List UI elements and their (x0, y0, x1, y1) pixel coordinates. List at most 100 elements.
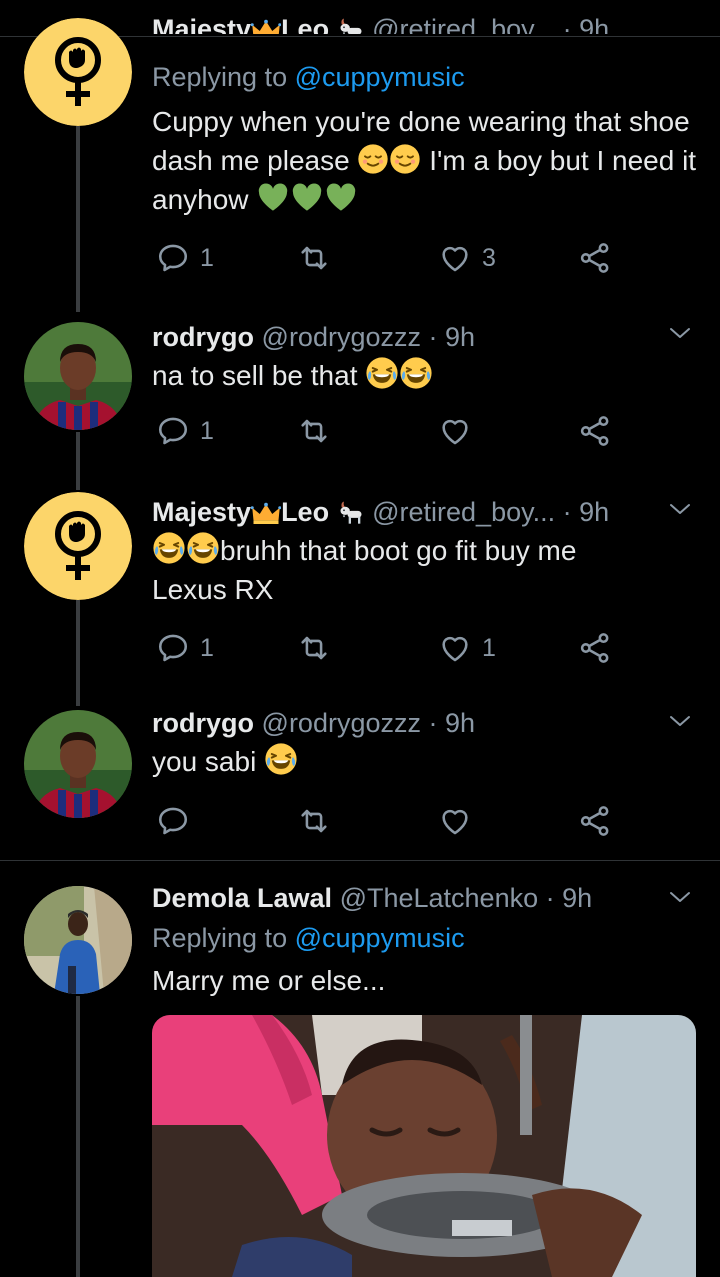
retweet-icon (297, 631, 331, 665)
laughing-tears-emoji-icon (264, 742, 298, 776)
like-button[interactable] (438, 411, 472, 451)
display-name[interactable]: rodrygo (152, 322, 254, 352)
relieved-face-emoji-icon (357, 143, 389, 175)
laughing-tears-emoji-icon (365, 356, 399, 390)
tweet-text: na to sell be that (152, 356, 690, 395)
like-count: 3 (482, 243, 496, 272)
share-button[interactable] (578, 801, 612, 841)
tweet-header: Majesty Leo @retired_boy... · 9h (152, 12, 690, 34)
green-heart-emoji-icon (324, 182, 358, 214)
timestamp: · 9h (428, 708, 476, 738)
retweet-icon (297, 414, 331, 448)
tweet-text-part: Marry me or else... (152, 965, 386, 996)
tweet-text-part: you sabi (152, 746, 257, 777)
like-button[interactable]: 3 (438, 238, 496, 278)
reply-count: 1 (200, 416, 214, 445)
replying-prefix: Replying to (152, 62, 288, 92)
avatar[interactable] (24, 710, 132, 818)
replying-prefix: Replying to (152, 923, 288, 953)
heart-icon (438, 804, 472, 838)
share-icon (578, 414, 612, 448)
goat-emoji-icon (337, 15, 365, 34)
handle[interactable]: @rodrygozzz (262, 322, 421, 352)
relieved-face-emoji-icon (389, 143, 421, 175)
tweet-text: bruhh that boot go fit buy me Lexus RX (152, 531, 632, 609)
heart-icon (438, 241, 472, 275)
display-name[interactable]: Majesty (152, 497, 251, 527)
tweet-text: Marry me or else... (152, 961, 690, 1000)
like-button[interactable] (438, 801, 472, 841)
avatar[interactable] (24, 886, 132, 994)
tweet-text-part: na to sell be that (152, 360, 358, 391)
retweet-button[interactable] (297, 801, 331, 841)
crown-emoji-icon (251, 502, 281, 526)
timestamp: · 9h (428, 322, 476, 352)
tweet-text: you sabi (152, 742, 690, 781)
tweet-header: Demola Lawal @TheLatchenko · 9h (152, 881, 690, 915)
crown-emoji-icon (251, 19, 281, 34)
handle[interactable]: @retired_boy... (372, 497, 555, 527)
tweet-header: rodrygo @rodrygozzz · 9h (152, 706, 690, 740)
display-name[interactable]: Demola Lawal (152, 883, 332, 913)
retweet-icon (297, 241, 331, 275)
handle[interactable]: @TheLatchenko (340, 883, 539, 913)
timestamp: · 9h (562, 14, 610, 34)
reply-count: 1 (200, 633, 214, 662)
reply-button[interactable] (156, 801, 190, 841)
chevron-down-icon[interactable] (668, 886, 692, 910)
handle[interactable]: @rodrygozzz (262, 708, 421, 738)
share-button[interactable] (578, 628, 612, 668)
green-heart-emoji-icon (290, 182, 324, 214)
retweet-button[interactable] (297, 411, 331, 451)
reply-button[interactable]: 1 (156, 238, 214, 278)
green-heart-emoji-icon (256, 182, 290, 214)
reply-icon (156, 631, 190, 665)
share-icon (578, 241, 612, 275)
tweet-actions (152, 801, 622, 841)
reply-icon (156, 414, 190, 448)
avatar[interactable] (24, 18, 132, 126)
reply-icon (156, 804, 190, 838)
replying-to: Replying to @cuppymusic (152, 60, 465, 94)
chevron-down-icon[interactable] (668, 322, 692, 346)
reply-button[interactable]: 1 (156, 411, 214, 451)
chevron-down-icon[interactable] (668, 710, 692, 734)
display-name-suffix[interactable]: Leo (281, 14, 329, 34)
laughing-tears-emoji-icon (399, 356, 433, 390)
like-button[interactable]: 1 (438, 628, 496, 668)
heart-icon (438, 414, 472, 448)
avatar[interactable] (24, 492, 132, 600)
share-button[interactable] (578, 238, 612, 278)
retweet-button[interactable] (297, 628, 331, 668)
laughing-tears-emoji-icon (152, 531, 186, 565)
reply-icon (156, 241, 190, 275)
tweet-header: rodrygo @rodrygozzz · 9h (152, 320, 690, 354)
tweet[interactable]: rodrygo @rodrygozzz · 9h na to sell be t… (0, 312, 720, 482)
mention-link[interactable]: @cuppymusic (295, 923, 465, 953)
like-count: 1 (482, 633, 496, 662)
divider (0, 860, 720, 861)
tweet-text: Cuppy when you're done wearing that shoe… (152, 102, 697, 219)
reply-count: 1 (200, 243, 214, 272)
display-name[interactable]: rodrygo (152, 708, 254, 738)
replying-to: Replying to @cuppymusic (152, 921, 690, 955)
tweet-header: Majesty Leo @retired_boy... · 9h (152, 495, 690, 529)
chevron-down-icon[interactable] (668, 498, 692, 522)
laughing-tears-emoji-icon (186, 531, 220, 565)
handle[interactable]: @retired_boy... (372, 14, 555, 34)
avatar[interactable] (24, 322, 132, 430)
retweet-button[interactable] (297, 238, 331, 278)
tweet-media-image[interactable] (152, 1015, 696, 1277)
share-icon (578, 631, 612, 665)
display-name[interactable]: Majesty (152, 14, 251, 34)
tweet-actions: 1 3 (152, 238, 622, 278)
mention-link[interactable]: @cuppymusic (295, 62, 465, 92)
reply-button[interactable]: 1 (156, 628, 214, 668)
share-button[interactable] (578, 411, 612, 451)
share-icon (578, 804, 612, 838)
retweet-icon (297, 804, 331, 838)
timestamp: · 9h (545, 883, 593, 913)
display-name-suffix[interactable]: Leo (281, 497, 329, 527)
goat-emoji-icon (337, 498, 365, 526)
heart-icon (438, 631, 472, 665)
